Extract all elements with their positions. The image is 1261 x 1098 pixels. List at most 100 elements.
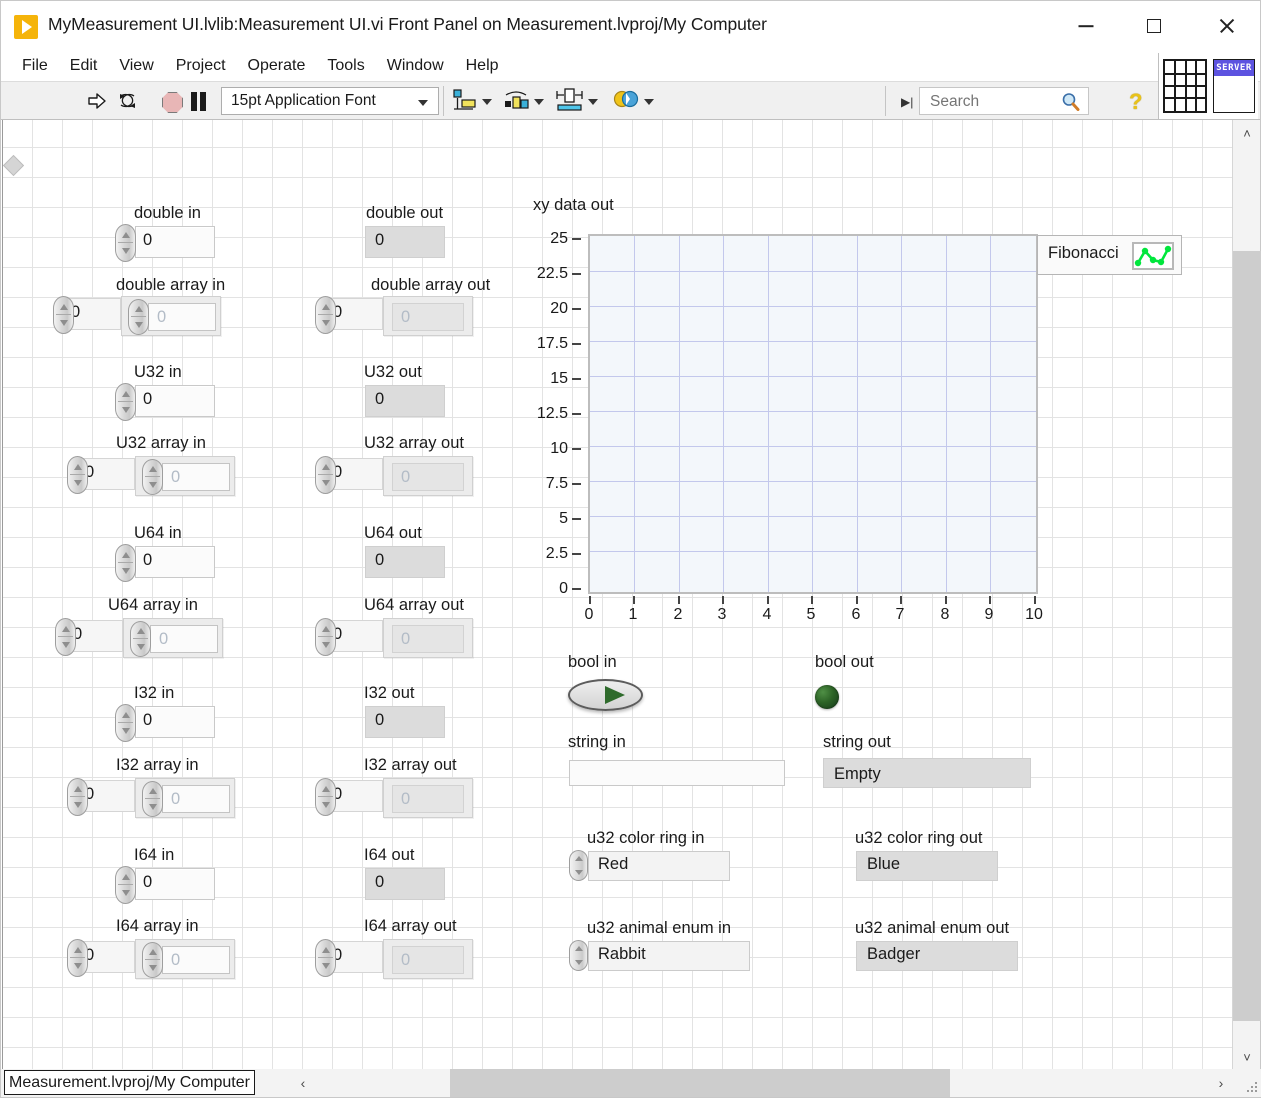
x-tick-label: 2 <box>673 606 683 623</box>
xy-graph-plot-area[interactable] <box>588 234 1038 594</box>
menu-item-view[interactable]: View <box>108 55 164 77</box>
pause-button[interactable] <box>189 89 211 113</box>
control-i32-array-in-index-spinner[interactable] <box>67 778 88 816</box>
control-i64-array-in-element[interactable]: 0 <box>162 946 230 974</box>
maximize-button[interactable] <box>1131 1 1177 51</box>
control-i32-in-field[interactable]: 0 <box>135 706 215 738</box>
menu-item-file[interactable]: File <box>11 55 59 77</box>
scroll-right-button[interactable]: › <box>1208 1069 1234 1097</box>
control-i32-in-spinner[interactable] <box>115 704 136 742</box>
run-button[interactable] <box>86 89 112 113</box>
indicator-u32-array-out-element: 0 <box>392 463 464 491</box>
control-u32-array-in-index-spinner[interactable] <box>67 456 88 494</box>
control-double-array-in-element-spinner[interactable] <box>128 299 149 335</box>
font-selector-value: 15pt Application Font <box>231 92 376 109</box>
indicator-double-array-out-element: 0 <box>392 303 464 331</box>
control-i32-array-in-element-spinner[interactable] <box>142 781 163 817</box>
control-double-array-in-element[interactable]: 0 <box>148 303 216 331</box>
label-i64-out: I64 out <box>364 846 415 864</box>
xy-graph-title: xy data out <box>533 196 614 214</box>
control-color-ring-in[interactable]: Red <box>588 851 730 881</box>
target-status-button[interactable]: Measurement.lvproj/My Computer <box>4 1070 255 1095</box>
menu-item-tools[interactable]: Tools <box>316 55 375 77</box>
indicator-string-out: Empty <box>823 758 1031 788</box>
indicator-i64-array-out-index-spinner[interactable] <box>315 939 336 977</box>
control-u64-in-spinner[interactable] <box>115 544 136 582</box>
menu-item-window[interactable]: Window <box>376 55 455 77</box>
vi-connector-pane-icon[interactable] <box>1163 59 1207 113</box>
label-i64-in: I64 in <box>134 846 175 864</box>
front-panel-canvas[interactable]: double in 0 double array in 0 0 U32 in 0 <box>2 120 1234 1070</box>
control-u64-array-in-element-spinner[interactable] <box>130 621 151 657</box>
control-double-array-in-index-spinner[interactable] <box>53 296 74 334</box>
control-u32-array-in-element-spinner[interactable] <box>142 459 163 495</box>
indicator-u64-array-out: 0 <box>383 618 473 658</box>
control-i32-array-in[interactable]: 0 <box>135 778 235 818</box>
control-double-in-field[interactable]: 0 <box>135 226 215 258</box>
legend-plot-style-icon[interactable] <box>1132 242 1174 270</box>
menu-item-help[interactable]: Help <box>455 55 510 77</box>
menu-bar: File Edit View Project Operate Tools Win… <box>1 51 1260 81</box>
control-i32-array-in-element[interactable]: 0 <box>162 785 230 813</box>
control-animal-enum-in[interactable]: Rabbit <box>588 941 750 971</box>
legend-series-name: Fibonacci <box>1048 244 1119 262</box>
control-u64-array-in-index-spinner[interactable] <box>55 618 76 656</box>
resize-grip-icon[interactable] <box>1247 1082 1259 1094</box>
search-input[interactable] <box>928 88 1057 116</box>
control-u32-in-spinner[interactable] <box>115 383 136 421</box>
run-continuously-button[interactable] <box>116 89 142 113</box>
close-button[interactable] <box>1204 1 1250 51</box>
minimize-button[interactable] <box>1063 1 1109 51</box>
control-u64-array-in-element[interactable]: 0 <box>150 625 218 653</box>
scroll-down-button[interactable]: ˅ <box>1233 1044 1261 1070</box>
control-animal-enum-in-spinner[interactable] <box>569 940 588 971</box>
control-i64-array-in[interactable]: 0 <box>135 939 235 979</box>
scroll-up-button[interactable]: ˄ <box>1233 120 1261 146</box>
pin-toolbar-icon[interactable]: ▶| <box>901 95 913 109</box>
search-box[interactable] <box>919 87 1089 116</box>
control-i64-in-spinner[interactable] <box>115 866 136 904</box>
indicator-double-array-out-index-spinner[interactable] <box>315 296 336 334</box>
vertical-scrollbar[interactable]: ˄ ˅ <box>1232 120 1261 1070</box>
align-objects-button[interactable] <box>451 87 493 115</box>
reorder-objects-button[interactable] <box>613 87 655 115</box>
control-u32-array-in-element[interactable]: 0 <box>162 463 230 491</box>
control-u32-in-field[interactable]: 0 <box>135 385 215 417</box>
indicator-u32-array-out-index-spinner[interactable] <box>315 456 336 494</box>
indicator-i32-array-out-index-spinner[interactable] <box>315 778 336 816</box>
scroll-left-button[interactable]: ‹ <box>290 1069 316 1097</box>
control-u32-array-in[interactable]: 0 <box>135 456 235 496</box>
vertical-scrollbar-thumb[interactable] <box>1233 251 1261 1021</box>
control-i64-array-in-element-spinner[interactable] <box>142 942 163 978</box>
horizontal-scrollbar-thumb[interactable] <box>450 1069 950 1097</box>
indicator-u32-array-out: 0 <box>383 456 473 496</box>
control-i64-in-field[interactable]: 0 <box>135 868 215 900</box>
menu-item-project[interactable]: Project <box>165 55 237 77</box>
context-help-icon[interactable]: ? <box>1129 89 1142 115</box>
align-objects-icon <box>453 89 476 110</box>
control-double-array-in[interactable]: 0 <box>121 296 221 336</box>
font-selector[interactable]: 15pt Application Font <box>221 87 439 115</box>
indicator-u32-out-value: 0 <box>375 390 385 408</box>
menu-item-operate[interactable]: Operate <box>237 55 317 77</box>
indicator-i32-out-value: 0 <box>375 711 385 729</box>
x-tick-label: 0 <box>584 606 594 623</box>
xy-graph-legend[interactable]: Fibonacci <box>1037 235 1182 275</box>
resize-objects-button[interactable] <box>555 87 599 115</box>
control-string-in[interactable] <box>569 760 785 786</box>
horizontal-scrollbar[interactable]: ‹ › <box>290 1069 1234 1097</box>
control-u64-in-field[interactable]: 0 <box>135 546 215 578</box>
control-u64-array-in[interactable]: 0 <box>123 618 223 658</box>
indicator-color-ring-out-value: Blue <box>867 855 901 873</box>
menu-item-edit[interactable]: Edit <box>59 55 109 77</box>
indicator-u64-array-out-index-spinner[interactable] <box>315 618 336 656</box>
chevron-down-icon <box>418 100 428 106</box>
label-i32-array-out: I32 array out <box>364 756 457 774</box>
control-color-ring-in-spinner[interactable] <box>569 850 588 881</box>
control-double-in-spinner[interactable] <box>115 224 136 262</box>
control-bool-in-toggle[interactable] <box>568 677 643 713</box>
magnifier-icon[interactable] <box>1061 92 1080 111</box>
distribute-objects-button[interactable] <box>503 87 545 115</box>
control-i64-array-in-index-spinner[interactable] <box>67 939 88 977</box>
abort-execution-button[interactable] <box>161 89 187 113</box>
